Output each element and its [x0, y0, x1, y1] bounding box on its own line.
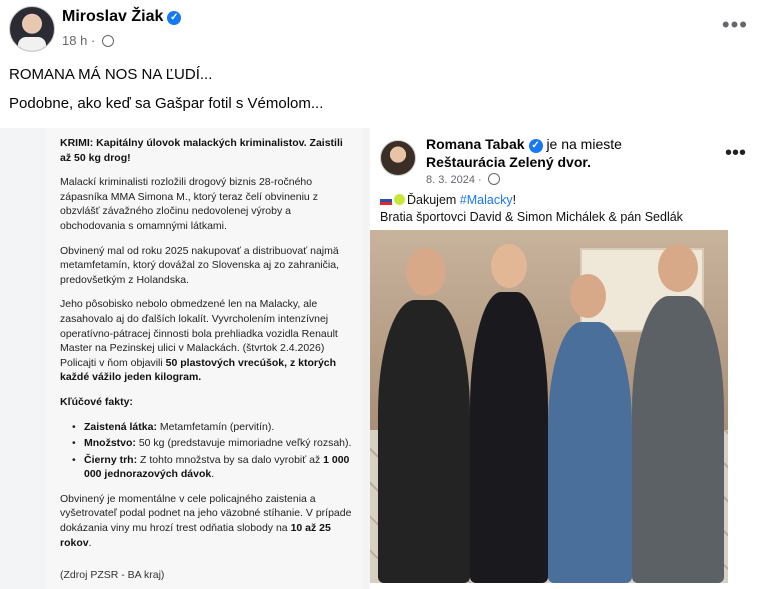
post-text-line2: Podobne, ako keď sa Gašpar fotil s Vémol…	[9, 95, 324, 112]
post-time[interactable]: 18 h	[62, 33, 87, 48]
more-options-icon[interactable]: •••	[722, 12, 748, 38]
person-4	[632, 296, 724, 583]
globe-icon	[487, 173, 500, 185]
group-photo	[370, 230, 728, 583]
post-image[interactable]: KRIMI: Kapitálny úlovok malackých krimin…	[0, 128, 762, 589]
more-options-icon: •••	[724, 142, 746, 164]
author-name[interactable]: Miroslav Žiak ✓	[62, 8, 182, 26]
embedded-text-line2: Bratia športovci David & Simon Michálek …	[380, 210, 683, 224]
article-title: KRIMI: Kapitálny úlovok malackých krimin…	[60, 137, 343, 164]
article-paragraph-1: Malackí kriminalisti rozložili drogový b…	[60, 176, 318, 232]
article-paragraph-3: Jeho pôsobisko nebolo obmedzené len na M…	[60, 298, 338, 384]
person-3	[548, 322, 632, 583]
post-meta: 18 h ·	[62, 33, 114, 48]
embedded-date: 8. 3. 2024 ·	[426, 173, 500, 186]
verified-badge-icon: ✓	[528, 139, 543, 153]
tennis-ball-icon	[394, 194, 405, 205]
person-4-head	[658, 244, 698, 292]
person-2	[470, 292, 548, 583]
news-screenshot: KRIMI: Kapitálny úlovok malackých krimin…	[46, 128, 362, 589]
author-avatar[interactable]	[9, 6, 55, 52]
fact-item: Čierny trh: Z tohto množstva by sa dalo …	[70, 453, 356, 482]
person-3-head	[570, 274, 606, 318]
article-source: (Zdroj PZSR - BA kraj)	[60, 569, 165, 581]
globe-icon[interactable]	[101, 35, 114, 47]
embedded-text-line1: Ďakujem #Malacky!	[380, 193, 516, 207]
post-text-line1: ROMANA MÁ NOS NA ĽUDÍ...	[9, 66, 213, 83]
person-1	[378, 300, 470, 583]
person-2-head	[491, 244, 527, 288]
article-paragraph-2: Obvinený mal od roku 2025 nakupovať a di…	[60, 244, 339, 286]
fact-item: Množstvo: 50 kg (predstavuje mimoriadne …	[70, 436, 356, 451]
embedded-location: Reštaurácia Zelený dvor.	[426, 154, 591, 170]
slovakia-flag-icon	[380, 196, 392, 205]
facts-list: Zaistená látka: Metamfetamín (pervitín).…	[70, 420, 356, 482]
post-header: Miroslav Žiak ✓ 18 h · •••	[0, 0, 762, 58]
facts-title: Kľúčové fakty:	[60, 395, 133, 408]
embedded-author-line: Romana Tabak ✓ je na mieste	[426, 136, 622, 153]
meta-separator: ·	[90, 33, 96, 48]
fact-item: Zaistená látka: Metamfetamín (pervitín).	[70, 420, 356, 435]
article-paragraph-4: Obvinený je momentálne v cele policajnéh…	[60, 492, 352, 549]
verified-badge-icon: ✓	[167, 11, 182, 25]
news-article: KRIMI: Kapitálny úlovok malackých krimin…	[60, 136, 356, 560]
embedded-author-avatar	[380, 140, 416, 176]
person-1-head	[406, 248, 446, 296]
embedded-post: Romana Tabak ✓ je na mieste Reštaurácia Z…	[370, 128, 762, 589]
